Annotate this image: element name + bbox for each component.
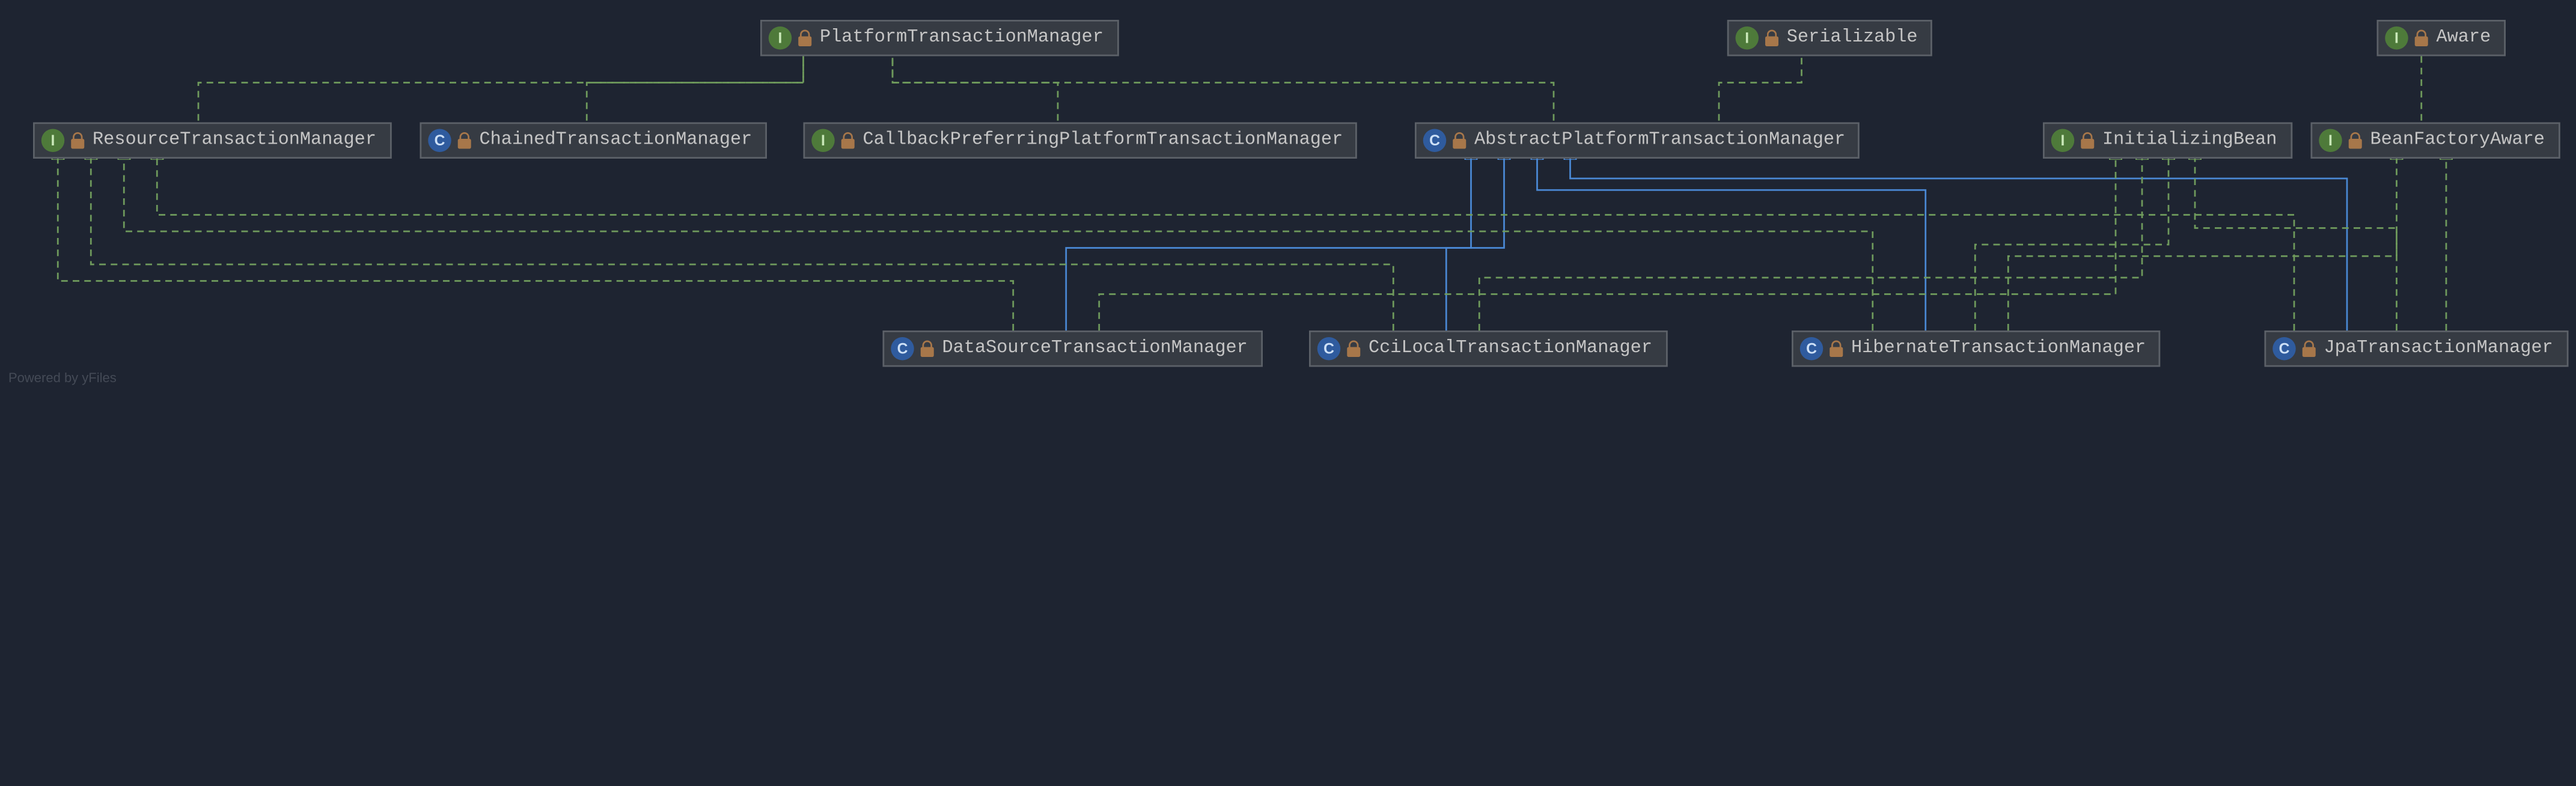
node-label: ChainedTransactionManager — [480, 130, 752, 150]
interface-icon: I — [769, 26, 792, 50]
node-aware[interactable]: I Aware — [2377, 20, 2506, 56]
node-initializing-bean[interactable]: I InitializingBean — [2043, 123, 2292, 159]
lock-icon — [1763, 30, 1780, 47]
interface-icon: I — [41, 129, 65, 153]
node-label: PlatformTransactionManager — [820, 28, 1103, 48]
lock-icon — [2301, 341, 2318, 358]
node-callback-preferring-ptm[interactable]: I CallbackPreferringPlatformTransactionM… — [804, 123, 1358, 159]
lock-icon — [797, 30, 814, 47]
node-datasource-transaction-manager[interactable]: C DataSourceTransactionManager — [883, 331, 1263, 367]
lock-icon — [2413, 30, 2430, 47]
class-diagram: I PlatformTransactionManager I Serializa… — [0, 0, 2576, 786]
interface-icon: I — [2051, 129, 2075, 153]
interface-icon: I — [2385, 26, 2408, 50]
edges-layer — [0, 0, 2575, 394]
lock-icon — [2080, 132, 2096, 149]
node-jpa-transaction-manager[interactable]: C JpaTransactionManager — [2265, 331, 2568, 367]
class-icon: C — [1800, 337, 1824, 361]
node-cci-local-transaction-manager[interactable]: C CciLocalTransactionManager — [1309, 331, 1667, 367]
lock-icon — [840, 132, 856, 149]
lock-icon — [456, 132, 473, 149]
lock-icon — [919, 341, 936, 358]
class-icon: C — [1317, 337, 1341, 361]
class-icon: C — [2272, 337, 2296, 361]
node-platform-transaction-manager[interactable]: I PlatformTransactionManager — [760, 20, 1119, 56]
node-abstract-platform-transaction-manager[interactable]: C AbstractPlatformTransactionManager — [1415, 123, 1860, 159]
node-label: HibernateTransactionManager — [1851, 339, 2146, 359]
lock-icon — [1346, 341, 1363, 358]
node-label: CallbackPreferringPlatformTransactionMan… — [863, 130, 1343, 150]
class-icon: C — [891, 337, 914, 361]
node-serializable[interactable]: I Serializable — [1727, 20, 1933, 56]
node-bean-factory-aware[interactable]: I BeanFactoryAware — [2311, 123, 2560, 159]
node-label: DataSourceTransactionManager — [942, 339, 1248, 359]
interface-icon: I — [811, 129, 835, 153]
node-label: Aware — [2437, 28, 2491, 48]
node-label: BeanFactoryAware — [2370, 130, 2545, 150]
node-resource-transaction-manager[interactable]: I ResourceTransactionManager — [33, 123, 391, 159]
interface-icon: I — [2319, 129, 2342, 153]
lock-icon — [70, 132, 87, 149]
lock-icon — [2347, 132, 2364, 149]
node-chained-transaction-manager[interactable]: C ChainedTransactionManager — [420, 123, 768, 159]
node-label: ResourceTransactionManager — [93, 130, 376, 150]
node-label: Serializable — [1787, 28, 1918, 48]
node-label: InitializingBean — [2102, 130, 2277, 150]
lock-icon — [1828, 341, 1845, 358]
node-hibernate-transaction-manager[interactable]: C HibernateTransactionManager — [1792, 331, 2161, 367]
class-icon: C — [1423, 129, 1447, 153]
class-icon: C — [428, 129, 451, 153]
powered-by-label: Powered by yFiles — [8, 370, 117, 386]
node-label: AbstractPlatformTransactionManager — [1474, 130, 1845, 150]
node-label: CciLocalTransactionManager — [1369, 339, 1652, 359]
node-label: JpaTransactionManager — [2324, 339, 2553, 359]
lock-icon — [1451, 132, 1468, 149]
interface-icon: I — [1736, 26, 1759, 50]
